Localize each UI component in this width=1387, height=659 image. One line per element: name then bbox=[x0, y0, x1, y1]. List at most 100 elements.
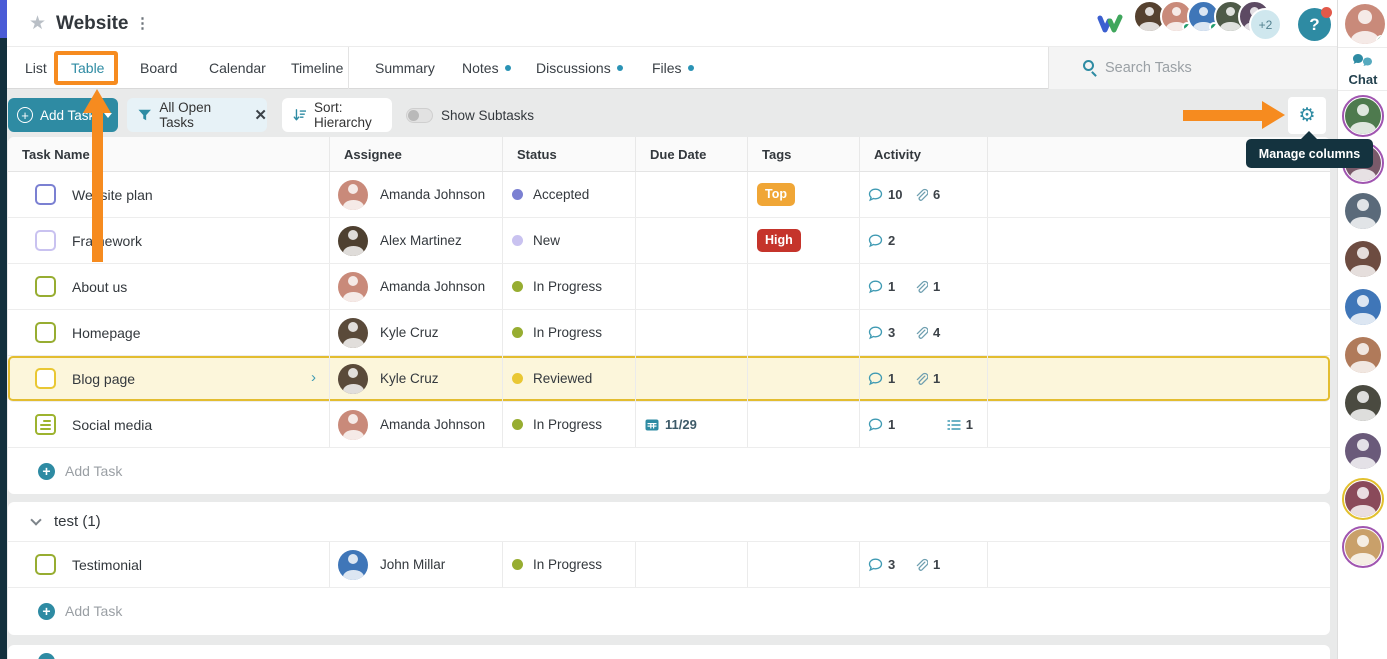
paperclip-icon bbox=[914, 558, 928, 572]
comments-count[interactable]: 2 bbox=[868, 233, 912, 248]
plus-circle-icon[interactable] bbox=[38, 653, 55, 659]
tab-discussions[interactable]: Discussions bbox=[536, 60, 623, 76]
due-date-cell[interactable] bbox=[636, 310, 748, 355]
tags-cell[interactable] bbox=[748, 310, 860, 355]
task-checkbox[interactable] bbox=[35, 230, 56, 251]
task-checkbox[interactable] bbox=[35, 554, 56, 575]
task-name[interactable]: About us bbox=[72, 279, 127, 295]
column-header[interactable]: Assignee bbox=[330, 137, 503, 171]
search-input[interactable] bbox=[1105, 53, 1315, 83]
chat-button[interactable]: Chat bbox=[1338, 48, 1387, 91]
chat-contact[interactable] bbox=[1342, 190, 1384, 232]
tag-badge[interactable]: High bbox=[757, 229, 801, 252]
chat-contact[interactable] bbox=[1342, 238, 1384, 280]
calendar-icon bbox=[645, 418, 659, 431]
chat-contact[interactable] bbox=[1342, 526, 1384, 568]
attachments-count[interactable]: 6 bbox=[914, 187, 940, 202]
tags-cell[interactable] bbox=[748, 542, 860, 587]
checklist-count[interactable]: 1 bbox=[947, 417, 973, 432]
show-subtasks-toggle[interactable] bbox=[406, 108, 433, 123]
tab-list[interactable]: List bbox=[25, 60, 47, 76]
annotation-arrow-right bbox=[1183, 110, 1262, 121]
tags-cell[interactable] bbox=[748, 402, 860, 447]
next-section-partial bbox=[8, 645, 1330, 659]
section-header[interactable]: test (1) bbox=[8, 502, 1330, 542]
column-header[interactable]: Tags bbox=[748, 137, 860, 171]
comments-count[interactable]: 10 bbox=[868, 187, 912, 202]
project-menu-icon[interactable]: ⋮ bbox=[135, 14, 150, 32]
chat-contact[interactable] bbox=[1342, 478, 1384, 520]
tab-calendar[interactable]: Calendar bbox=[209, 60, 266, 76]
task-name[interactable]: Website plan bbox=[72, 187, 153, 203]
task-name[interactable]: Framework bbox=[72, 233, 142, 249]
attachments-count[interactable]: 4 bbox=[914, 325, 940, 340]
expand-chevron-icon[interactable]: › bbox=[311, 370, 316, 385]
task-checkbox[interactable] bbox=[35, 368, 56, 389]
chevron-down-icon[interactable] bbox=[104, 113, 112, 118]
chat-contact[interactable] bbox=[1342, 430, 1384, 472]
left-rail-top[interactable] bbox=[0, 0, 7, 38]
due-date[interactable]: 11/29 bbox=[636, 417, 697, 432]
manage-columns-button[interactable]: ⚙ bbox=[1288, 97, 1326, 134]
left-rail[interactable] bbox=[0, 38, 7, 659]
comments-count[interactable]: 1 bbox=[868, 417, 912, 432]
tag-badge[interactable]: Top bbox=[757, 183, 795, 206]
due-date-cell[interactable] bbox=[636, 264, 748, 309]
comment-icon bbox=[868, 234, 883, 248]
add-task-row[interactable]: + Add Task bbox=[8, 448, 1330, 494]
table-row[interactable]: Framework Alex Martinez New High 2 bbox=[8, 218, 1330, 264]
due-date-cell[interactable] bbox=[636, 218, 748, 263]
tab-notes[interactable]: Notes bbox=[462, 60, 511, 76]
chat-contact[interactable] bbox=[1342, 382, 1384, 424]
table-row[interactable]: Testimonial John Millar In Progress 3 1 bbox=[8, 542, 1330, 588]
table-row[interactable]: Website plan Amanda Johnson Accepted Top… bbox=[8, 172, 1330, 218]
chat-contact[interactable] bbox=[1342, 286, 1384, 328]
table-row[interactable]: Social media Amanda Johnson In Progress … bbox=[8, 402, 1330, 448]
table-row[interactable]: About us Amanda Johnson In Progress 1 1 bbox=[8, 264, 1330, 310]
attachments-count[interactable]: 1 bbox=[914, 279, 940, 294]
assignee-avatar bbox=[338, 226, 368, 256]
comments-count[interactable]: 3 bbox=[868, 325, 912, 340]
add-task-row[interactable]: + Add Task bbox=[8, 588, 1330, 634]
tab-timeline[interactable]: Timeline bbox=[291, 60, 343, 76]
task-checkbox[interactable] bbox=[35, 276, 56, 297]
attachments-count[interactable]: 1 bbox=[914, 557, 940, 572]
tabbar-divider bbox=[348, 47, 349, 89]
column-header[interactable]: Status bbox=[503, 137, 636, 171]
task-description-icon[interactable] bbox=[35, 414, 56, 435]
task-name[interactable]: Blog page bbox=[72, 371, 135, 387]
collapse-chevron-icon[interactable] bbox=[30, 514, 41, 525]
task-checkbox[interactable] bbox=[35, 322, 56, 343]
tags-cell[interactable] bbox=[748, 356, 860, 401]
star-icon[interactable]: ★ bbox=[29, 14, 46, 33]
tab-summary[interactable]: Summary bbox=[375, 60, 435, 76]
comments-count[interactable]: 1 bbox=[868, 279, 912, 294]
current-user-avatar[interactable] bbox=[1345, 4, 1385, 44]
tags-cell[interactable] bbox=[748, 264, 860, 309]
tab-board[interactable]: Board bbox=[140, 60, 177, 76]
task-checkbox[interactable] bbox=[35, 184, 56, 205]
column-header[interactable]: Activity bbox=[860, 137, 988, 171]
attachments-count[interactable]: 1 bbox=[914, 371, 940, 386]
annotation-arrow-right-head bbox=[1262, 101, 1285, 129]
clear-filter-icon[interactable]: ✕ bbox=[254, 106, 267, 124]
more-members-badge[interactable]: +2 bbox=[1249, 8, 1282, 41]
sort-chip[interactable]: Sort: Hierarchy bbox=[282, 98, 392, 132]
column-header[interactable]: Due Date bbox=[636, 137, 748, 171]
column-header[interactable]: Task Name bbox=[8, 137, 330, 171]
comments-count[interactable]: 1 bbox=[868, 371, 912, 386]
tab-files[interactable]: Files bbox=[652, 60, 694, 76]
due-date-cell[interactable] bbox=[636, 356, 748, 401]
comments-count[interactable]: 3 bbox=[868, 557, 912, 572]
filter-chip[interactable]: All Open Tasks ✕ bbox=[127, 98, 267, 132]
chat-contact[interactable] bbox=[1342, 334, 1384, 376]
due-date-cell[interactable] bbox=[636, 172, 748, 217]
table-row-selected[interactable]: Blog page › Kyle Cruz Reviewed 1 1 bbox=[8, 356, 1330, 402]
help-button[interactable]: ? bbox=[1298, 8, 1331, 41]
chat-contact[interactable] bbox=[1342, 95, 1384, 137]
task-name[interactable]: Homepage bbox=[72, 325, 141, 341]
due-date-cell[interactable] bbox=[636, 542, 748, 587]
task-name[interactable]: Social media bbox=[72, 417, 152, 433]
task-name[interactable]: Testimonial bbox=[72, 557, 142, 573]
table-row[interactable]: Homepage Kyle Cruz In Progress 3 4 bbox=[8, 310, 1330, 356]
